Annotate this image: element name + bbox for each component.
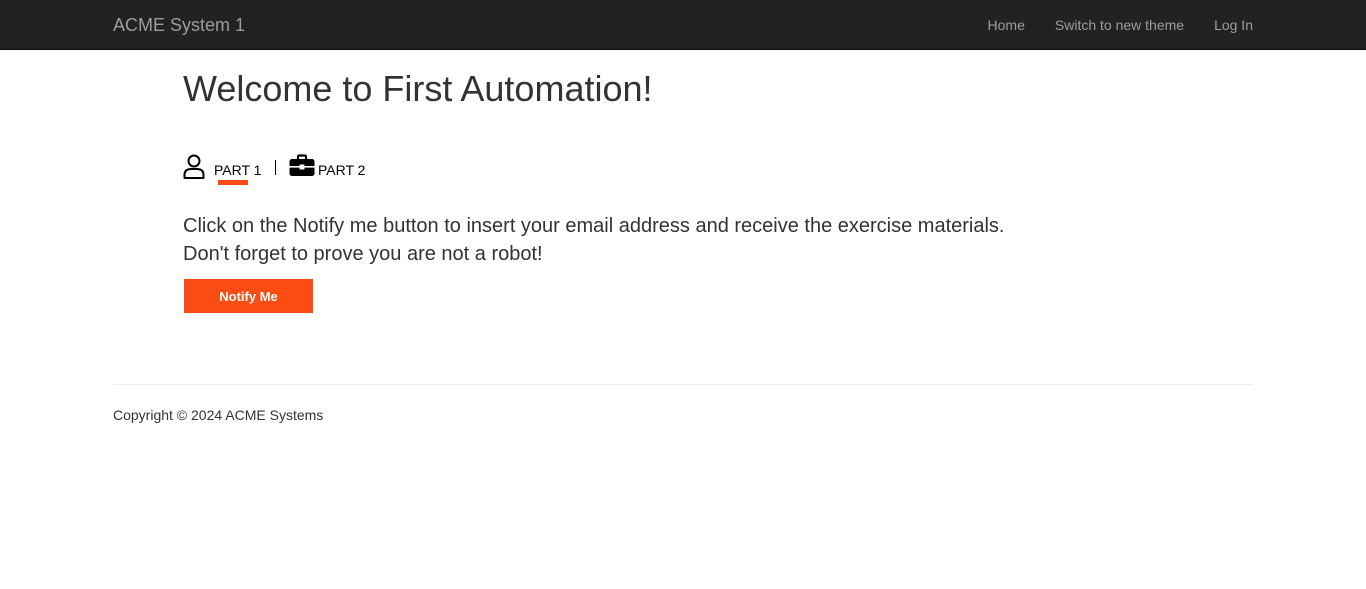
tab-part-1[interactable]: PART 1 [183,154,261,180]
nav-links: Home Switch to new theme Log In [958,0,1253,50]
nav-link-switch-theme[interactable]: Switch to new theme [1055,17,1184,33]
briefcase-icon [289,154,315,180]
footer-copyright: Copyright © 2024 ACME Systems [113,407,324,423]
part-tabs: PART 1 PART 2 [183,154,383,188]
tab-part-1-label: PART 1 [214,162,262,178]
footer-divider [113,384,1253,385]
tab-separator [275,160,276,175]
active-tab-indicator [218,180,248,185]
instructions-text: Click on the Notify me button to insert … [183,212,1004,268]
tab-part-2[interactable]: PART 2 [289,154,365,180]
brand-link[interactable]: ACME System 1 [113,15,245,35]
notify-me-button[interactable]: Notify Me [184,279,313,313]
user-icon [183,154,207,180]
nav-link-home[interactable]: Home [988,17,1025,33]
nav-link-login[interactable]: Log In [1214,17,1253,33]
instructions-line-2: Don't forget to prove you are not a robo… [183,243,543,265]
instructions-line-1: Click on the Notify me button to insert … [183,215,1005,237]
tab-part-2-label: PART 2 [318,162,366,178]
page-title: Welcome to First Automation! [183,68,653,109]
top-navbar: ACME System 1 Home Switch to new theme L… [0,0,1366,50]
